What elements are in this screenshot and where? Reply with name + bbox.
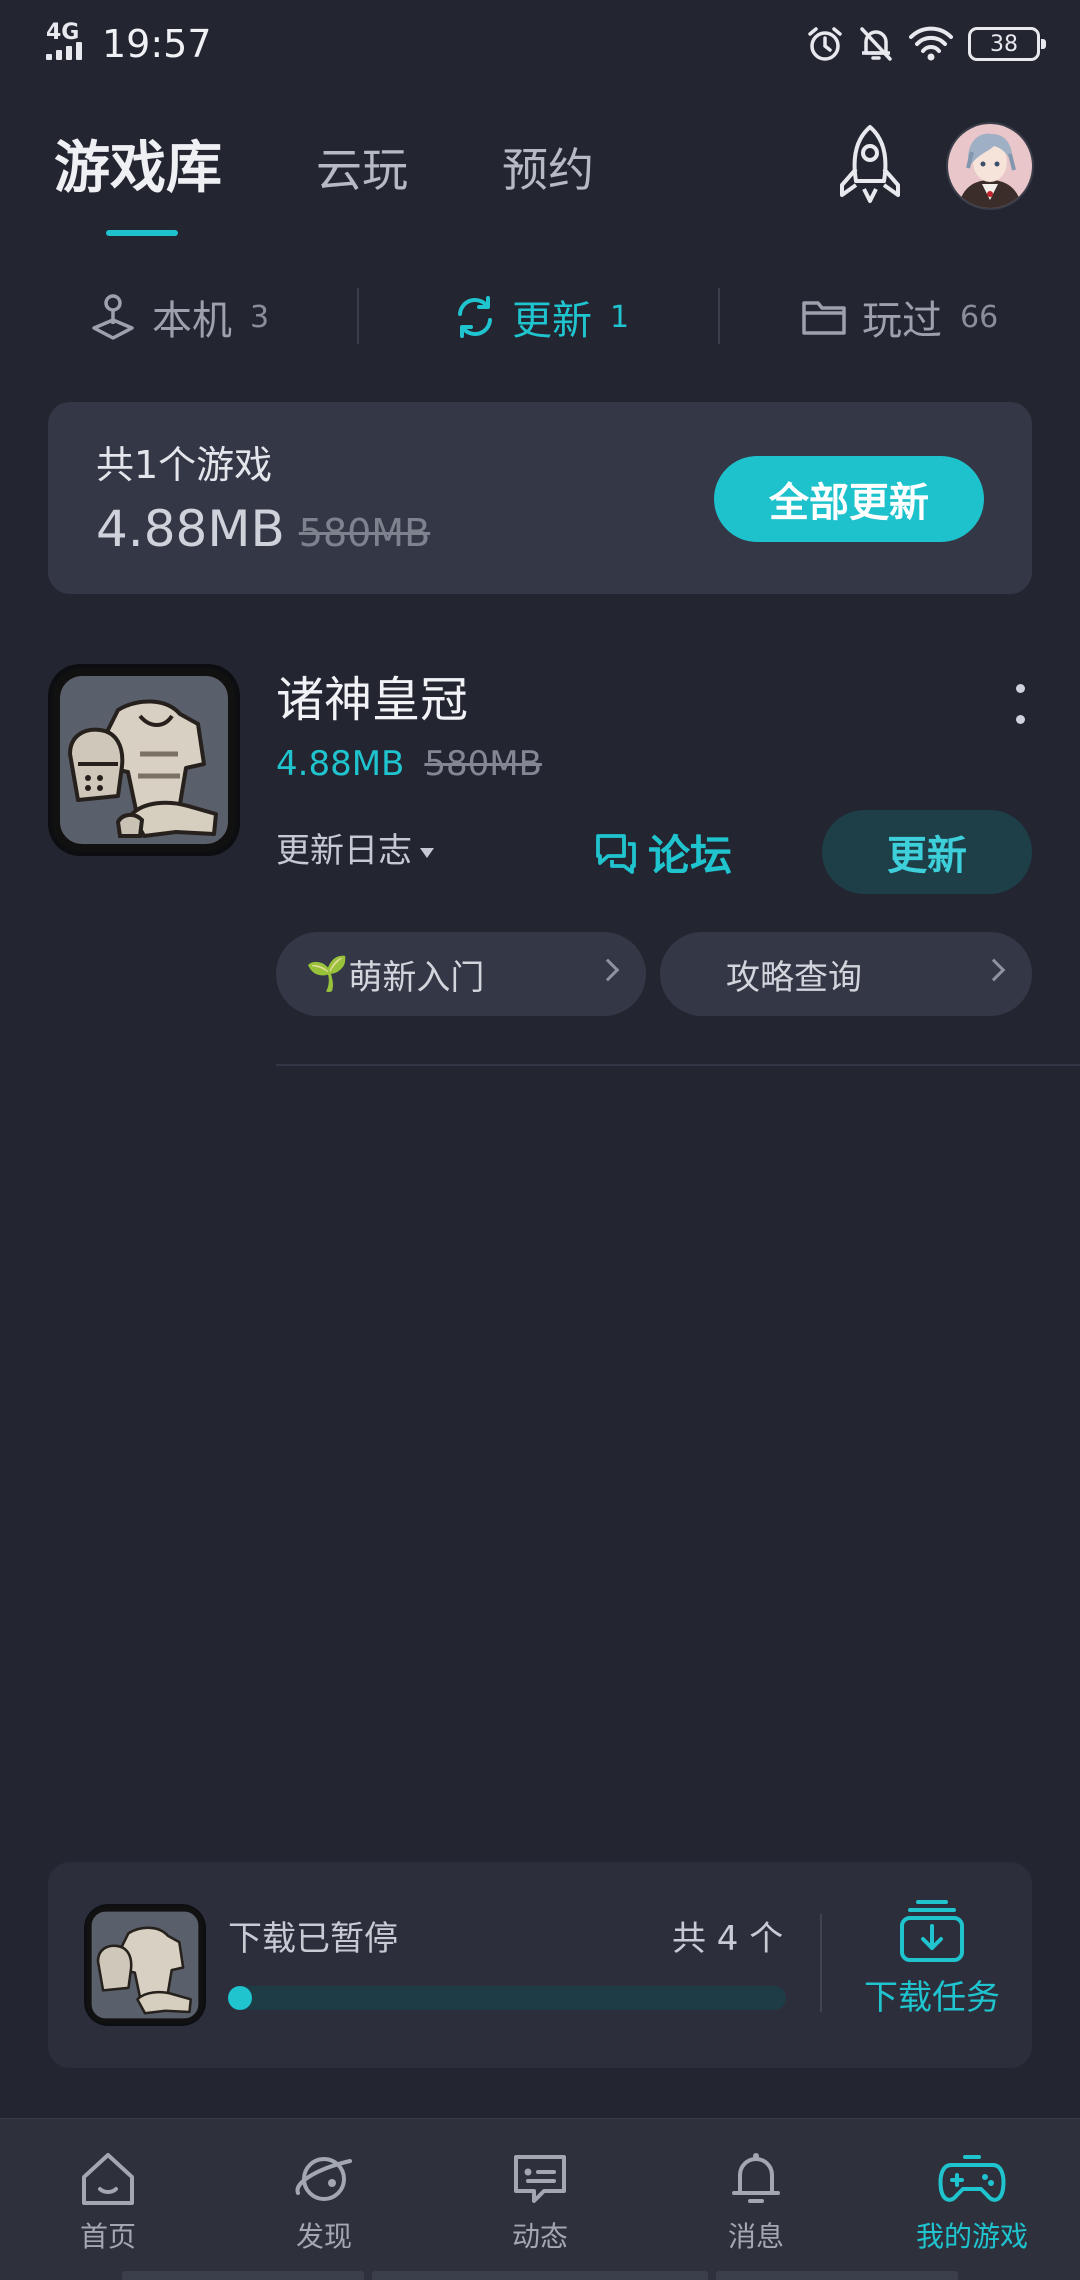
- tab-game-library[interactable]: 游戏库: [54, 132, 222, 206]
- alarm-icon: [808, 27, 842, 61]
- nav-discover[interactable]: 发现: [239, 2147, 409, 2267]
- bell-icon: [732, 2153, 780, 2203]
- forum-label: 论坛: [648, 830, 733, 880]
- forum-button[interactable]: 论坛: [594, 822, 732, 882]
- update-summary-card: 共1个游戏 4.88MB 580MB 全部更新: [48, 402, 1032, 594]
- refresh-icon: [458, 296, 492, 338]
- game-original-size: 580MB: [424, 744, 542, 784]
- changelog-toggle[interactable]: 更新日志: [276, 826, 434, 876]
- subtab-local-label: 本机: [152, 298, 232, 344]
- download-status-text: 下载已暂停: [228, 1919, 398, 1959]
- subtab-played[interactable]: 玩过 66: [800, 284, 998, 350]
- network-type: 4G: [46, 20, 80, 45]
- caret-down-icon: [420, 848, 434, 858]
- gesture-bar-segment: [716, 2271, 958, 2280]
- list-divider: [276, 1064, 1080, 1066]
- update-all-button[interactable]: 全部更新: [714, 456, 984, 542]
- active-tab-indicator: [106, 230, 178, 236]
- battery-level: 38: [990, 31, 1018, 57]
- armor-game-art: [86, 1906, 204, 2024]
- summary-download-size: 4.88MB: [96, 500, 285, 558]
- subtab-divider: [357, 288, 359, 344]
- summary-size: 4.88MB 580MB: [96, 498, 430, 564]
- subtab-local[interactable]: 本机 3: [88, 284, 269, 350]
- gesture-bar-segment: [372, 2271, 708, 2280]
- status-bar: 4G 19:57 38: [0, 0, 1080, 84]
- armor-game-art: [52, 668, 236, 852]
- nav-messages-label: 消息: [727, 2220, 784, 2253]
- nav-home[interactable]: 首页: [23, 2147, 193, 2267]
- mute-bell-icon: [860, 27, 892, 61]
- update-button[interactable]: 更新: [822, 810, 1032, 894]
- download-divider: [820, 1914, 822, 2012]
- download-progress-fill: [228, 1986, 252, 2010]
- battery-icon: 38: [968, 27, 1046, 61]
- nav-home-label: 首页: [79, 2220, 136, 2253]
- download-count: 共 4 个: [672, 1919, 784, 1959]
- game-download-size: 4.88MB: [276, 744, 405, 784]
- forum-icon: [596, 834, 636, 874]
- subtab-updates[interactable]: 更新 1: [452, 284, 629, 350]
- chat-icon: [514, 2155, 566, 2203]
- more-options-button[interactable]: [1008, 680, 1032, 728]
- avatar-image: [948, 124, 1032, 208]
- gesture-bar-segment: [122, 2271, 364, 2280]
- nav-my-games[interactable]: 我的游戏: [887, 2147, 1057, 2267]
- subtab-local-count: 3: [250, 299, 270, 335]
- rocket-icon: [840, 125, 900, 203]
- subtab-played-label: 玩过: [862, 298, 942, 344]
- sprout-icon: 🌱: [306, 954, 349, 994]
- rocket-button[interactable]: [832, 120, 908, 210]
- nav-messages[interactable]: 消息: [671, 2147, 841, 2267]
- folder-icon: [802, 301, 846, 335]
- status-time: 19:57: [102, 22, 212, 66]
- strategy-lookup-label: 攻略查询: [726, 957, 862, 998]
- chevron-right-icon: [596, 958, 620, 982]
- changelog-label: 更新日志: [276, 831, 412, 871]
- chevron-right-icon: [982, 958, 1006, 982]
- download-tasks-label: 下载任务: [864, 1978, 1000, 2018]
- download-tasks-button[interactable]: 下载任务: [848, 1898, 1016, 2038]
- summary-original-size: 580MB: [298, 511, 431, 555]
- bottom-navigation: 首页 发现 动态 消息 我的游戏: [0, 2118, 1080, 2280]
- nav-feed-label: 动态: [511, 2220, 568, 2253]
- signal-icon: [46, 42, 90, 60]
- tab-cloud-play[interactable]: 云玩: [316, 138, 408, 202]
- newbie-guide-link[interactable]: 🌱 萌新入门: [276, 932, 646, 1016]
- newbie-guide-label: 萌新入门: [348, 957, 485, 998]
- wifi-icon: [909, 26, 953, 61]
- joystick-icon: [92, 294, 134, 340]
- avatar[interactable]: [946, 122, 1034, 210]
- tab-reservations[interactable]: 预约: [502, 138, 594, 202]
- nav-discover-label: 发现: [295, 2220, 352, 2253]
- download-game-icon: [84, 1904, 206, 2026]
- summary-title: 共1个游戏: [96, 443, 273, 487]
- download-progress-bar: [228, 1986, 786, 2010]
- home-icon: [82, 2153, 134, 2205]
- nav-my-games-label: 我的游戏: [915, 2220, 1028, 2253]
- download-status-card[interactable]: 下载已暂停 共 4 个 下载任务: [48, 1862, 1032, 2068]
- subtab-updates-label: 更新: [512, 298, 592, 344]
- status-icons: 38: [806, 22, 1046, 66]
- game-sizes: 4.88MB 580MB: [276, 740, 542, 788]
- subtab-updates-count: 1: [610, 299, 630, 335]
- planet-icon: [295, 2157, 352, 2201]
- game-title[interactable]: 诸神皇冠: [276, 668, 468, 732]
- gamepad-icon: [938, 2155, 1006, 2202]
- subtab-played-count: 66: [960, 299, 999, 335]
- game-icon[interactable]: [48, 664, 240, 856]
- strategy-lookup-link[interactable]: 攻略查询: [660, 932, 1032, 1016]
- download-tray-icon: [900, 1900, 964, 1962]
- nav-feed[interactable]: 动态: [455, 2147, 625, 2267]
- subtab-divider: [718, 288, 720, 344]
